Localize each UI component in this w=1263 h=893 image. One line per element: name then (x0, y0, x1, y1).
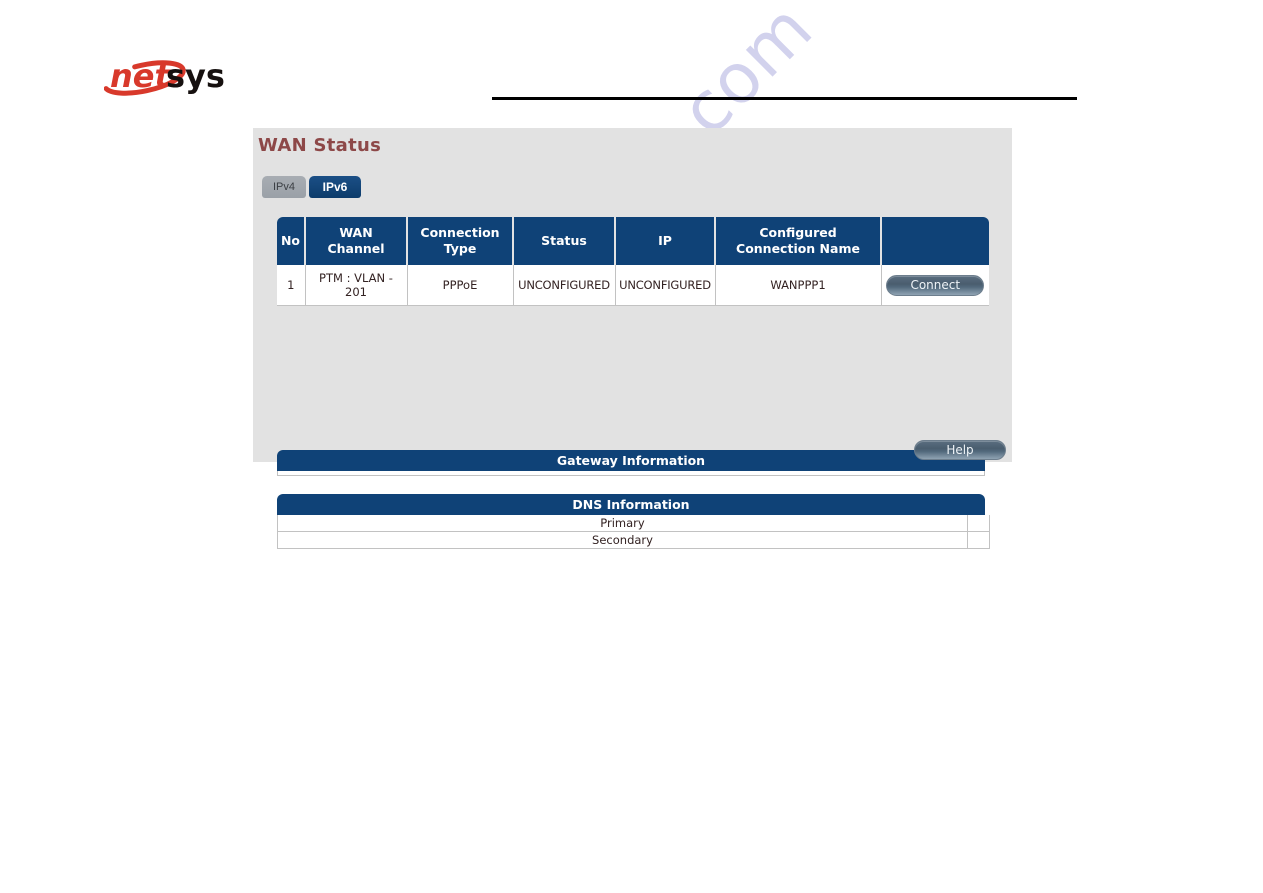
dns-primary-label: Primary (277, 515, 968, 532)
wan-status-panel: WAN Status IPv4 IPv6 No WAN Channel Conne… (253, 128, 1012, 549)
page-header: net sys (0, 0, 1263, 120)
cell-status: UNCONFIGURED (513, 265, 616, 306)
cell-action: Connect (881, 265, 989, 306)
table-row: Secondary (277, 531, 990, 549)
table-row: 1 PTM : VLAN - 201 PPPoE UNCONFIGURED UN… (277, 265, 989, 306)
cell-connection-type: PPPoE (407, 265, 514, 306)
svg-text:sys: sys (166, 57, 225, 95)
column-header-no: No (277, 217, 306, 265)
tab-ipv6[interactable]: IPv6 (309, 176, 362, 198)
cell-wan-channel: PTM : VLAN - 201 (305, 265, 408, 306)
ip-version-tabs: IPv4 IPv6 (262, 176, 362, 198)
dns-secondary-value (967, 531, 990, 549)
column-header-wan-channel: WAN Channel (305, 217, 408, 265)
table-row: Primary (277, 515, 990, 532)
cell-no: 1 (277, 265, 306, 306)
dns-primary-value (967, 515, 990, 532)
column-header-configured-connection-name: Configured Connection Name (715, 217, 882, 265)
table-header-row: No WAN Channel Connection Type Status IP… (277, 217, 989, 265)
cell-ip: UNCONFIGURED (615, 265, 716, 306)
netsys-logo: net sys (104, 53, 244, 101)
column-header-ip: IP (615, 217, 716, 265)
column-header-status: Status (513, 217, 616, 265)
tab-ipv4[interactable]: IPv4 (262, 176, 307, 198)
dns-information-table: Primary Secondary (277, 515, 990, 549)
dns-information-header: DNS Information (277, 494, 985, 515)
svg-text:net: net (110, 57, 171, 95)
column-header-connection-type: Connection Type (407, 217, 514, 265)
header-divider-rule (492, 97, 1077, 100)
page-title: WAN Status (258, 135, 382, 156)
gateway-information-header: Gateway Information (277, 450, 985, 471)
gateway-information-body (277, 471, 985, 476)
wan-channel-table: No WAN Channel Connection Type Status IP… (277, 217, 989, 306)
dns-secondary-label: Secondary (277, 531, 968, 549)
cell-configured-connection-name: WANPPP1 (715, 265, 882, 306)
help-button[interactable]: Help (914, 440, 1006, 460)
column-header-action (881, 217, 989, 265)
connect-button[interactable]: Connect (886, 274, 985, 296)
